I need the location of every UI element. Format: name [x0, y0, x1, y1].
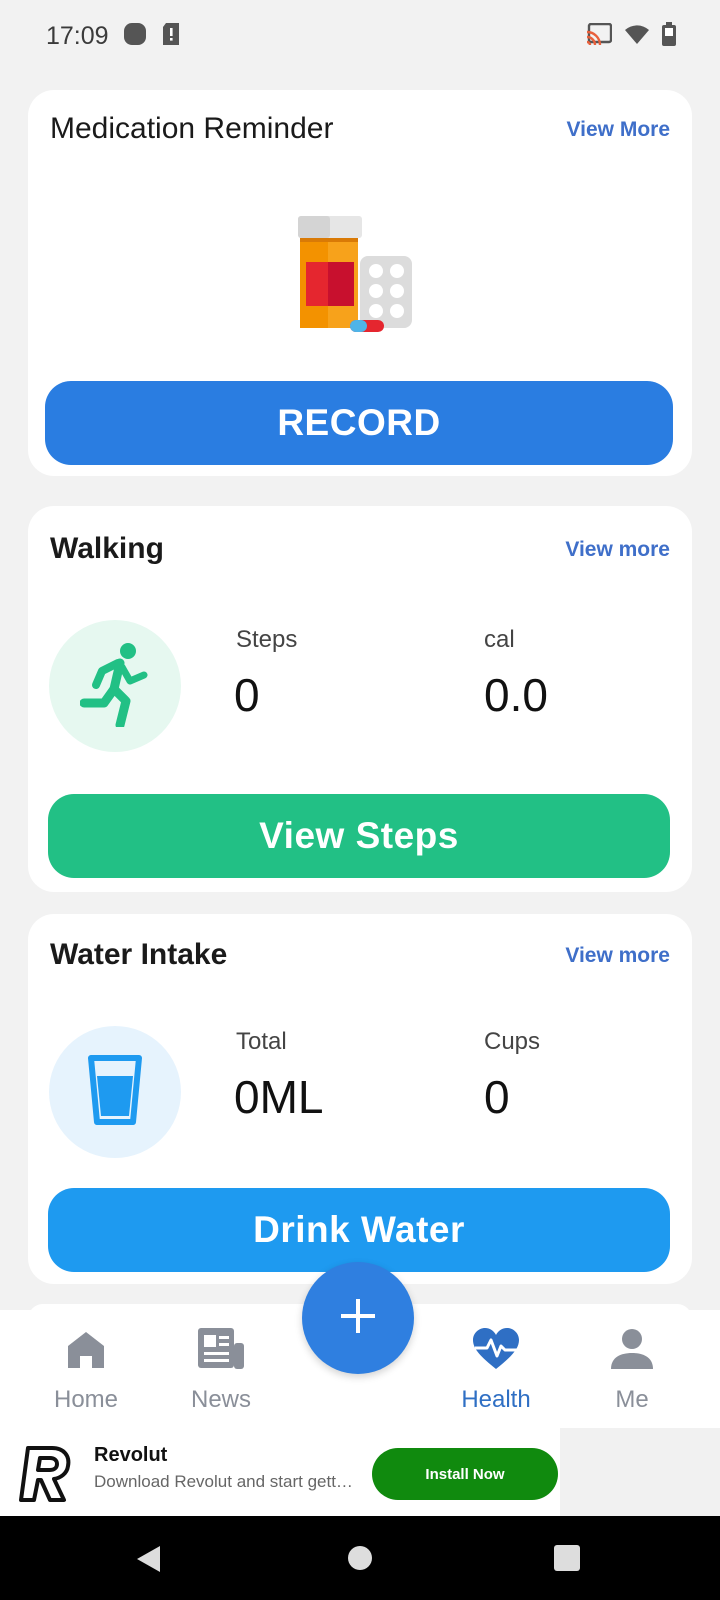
water-glass-icon: [87, 1054, 143, 1131]
recents-square-icon[interactable]: [554, 1545, 580, 1576]
status-time: 17:09: [46, 21, 109, 50]
nav-news-label: News: [190, 1386, 251, 1413]
total-label: Total: [236, 1028, 287, 1055]
home-circle-icon[interactable]: [347, 1545, 373, 1576]
plus-icon: [338, 1296, 378, 1341]
cups-label: Cups: [484, 1028, 541, 1055]
total-value: 0ML: [234, 1071, 324, 1123]
medication-view-more-link[interactable]: View More: [567, 118, 670, 142]
sd-card-alert-icon: [161, 22, 181, 51]
nav-health-label: Health: [461, 1386, 531, 1413]
back-icon[interactable]: [134, 1544, 162, 1579]
drink-water-button[interactable]: Drink Water: [48, 1188, 670, 1272]
walking-card: Walking View more Steps 0 cal 0.0 View S…: [28, 506, 692, 892]
add-fab-button[interactable]: [302, 1262, 414, 1374]
cal-value: 0.0: [484, 669, 548, 721]
install-now-button[interactable]: Install Now: [372, 1448, 558, 1500]
nav-home-label: Home: [53, 1386, 119, 1413]
water-view-more-link[interactable]: View more: [565, 944, 670, 968]
wifi-icon: [624, 23, 650, 50]
medication-card: Medication Reminder View More RECORD: [28, 90, 692, 476]
steps-label: Steps: [236, 626, 298, 653]
steps-value: 0: [234, 669, 260, 721]
medication-title: Medication Reminder: [50, 112, 334, 145]
battery-icon: [662, 21, 676, 51]
cups-value: 0: [484, 1071, 510, 1123]
home-icon: [65, 1324, 107, 1374]
walking-icon-circle: [49, 620, 181, 752]
ad-title: Revolut: [94, 1444, 168, 1466]
medicine-illustration-icon: [292, 214, 422, 336]
record-button[interactable]: RECORD: [45, 381, 673, 465]
nav-me[interactable]: Me: [572, 1310, 692, 1428]
system-navigation-bar: [0, 1516, 720, 1600]
heart-pulse-icon: [471, 1324, 521, 1374]
nav-me-label: Me: [615, 1386, 649, 1413]
water-card: Water Intake View more Total 0ML Cups 0 …: [28, 914, 692, 1284]
walking-view-more-link[interactable]: View more: [565, 538, 670, 562]
water-icon-circle: [49, 1026, 181, 1158]
revolut-logo-icon: [18, 1444, 74, 1504]
water-title: Water Intake: [50, 938, 228, 971]
view-steps-button[interactable]: View Steps: [48, 794, 670, 878]
walking-title: Walking: [50, 532, 164, 565]
app-notification-icon: [123, 22, 147, 51]
cast-icon: [586, 22, 613, 50]
nav-home[interactable]: Home: [26, 1310, 146, 1428]
running-person-icon: [79, 641, 150, 732]
ad-banner: Revolut Download Revolut and start getti…: [0, 1428, 720, 1516]
status-bar: 17:09: [0, 0, 720, 72]
ad-subtitle: Download Revolut and start getting more …: [94, 1472, 356, 1491]
news-icon: [197, 1324, 245, 1374]
cal-label: cal: [484, 626, 515, 653]
nav-health[interactable]: Health: [436, 1310, 556, 1428]
person-icon: [610, 1324, 654, 1374]
nav-news[interactable]: News: [161, 1310, 281, 1428]
